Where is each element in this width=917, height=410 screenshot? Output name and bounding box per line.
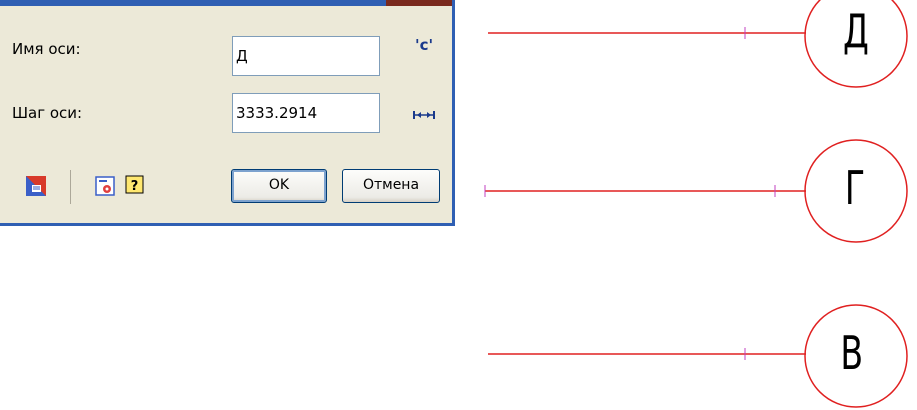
axis-step-label: Шаг оси: — [12, 104, 83, 122]
axis-step-input[interactable] — [232, 93, 380, 133]
axis-bubble-label-d: Д — [843, 4, 869, 58]
help-icon[interactable]: ? — [125, 175, 145, 195]
measure-distance-icon[interactable] — [413, 110, 435, 120]
cancel-button[interactable]: Отмена — [342, 169, 440, 203]
axis-style-icon[interactable] — [26, 176, 46, 196]
svg-text:?: ? — [131, 179, 139, 194]
gost-settings-icon[interactable] — [95, 176, 115, 196]
dialog-title-bar[interactable] — [0, 0, 452, 6]
axis-bubble-label-g: Г — [844, 161, 866, 215]
axis-bubble-label-v: В — [840, 326, 864, 380]
close-button[interactable] — [386, 0, 452, 6]
ok-button[interactable]: OK — [231, 169, 327, 203]
insert-text-icon[interactable]: 'c' — [415, 36, 433, 54]
axis-dialog: Имя оси: 'c' Шаг оси: ? OK Отмена — [0, 0, 455, 226]
axis-name-input[interactable] — [232, 36, 380, 76]
axis-name-label: Имя оси: — [12, 40, 81, 58]
toolbar-separator — [70, 170, 71, 204]
